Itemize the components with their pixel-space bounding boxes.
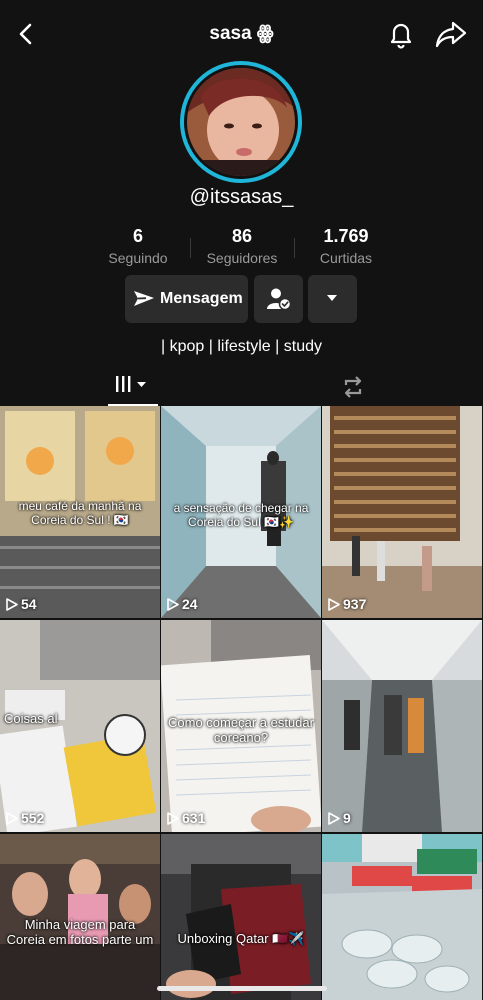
view-count-value: 9 — [343, 810, 351, 826]
suggested-accounts-button[interactable] — [308, 275, 357, 323]
tab-videos[interactable] — [108, 372, 158, 406]
view-count-value: 24 — [182, 596, 198, 612]
view-count-value: 552 — [21, 810, 45, 826]
stat-label: Curtidas — [319, 250, 373, 266]
caret-down-icon — [327, 295, 337, 301]
thumbnail-image — [161, 834, 321, 1000]
stat-value: 6 — [132, 226, 143, 246]
video-caption: Minha viagem para Coreia em fotos parte … — [6, 917, 154, 947]
repost-icon[interactable] — [338, 372, 368, 402]
message-button[interactable]: Mensagem — [125, 275, 248, 323]
video-thumbnail[interactable]: Minha viagem para Coreia em fotos parte … — [0, 834, 160, 1000]
view-count-value: 937 — [343, 596, 367, 612]
play-icon — [328, 812, 340, 825]
share-icon[interactable] — [434, 18, 468, 50]
video-caption: a sensação de chegar na Coreia do Sul 🇰🇷… — [173, 501, 309, 529]
play-icon — [6, 598, 18, 611]
view-count: 631 — [167, 810, 205, 826]
avatar[interactable] — [180, 61, 302, 183]
stat-following[interactable]: 6 Seguindo — [86, 226, 190, 266]
video-thumbnail[interactable] — [322, 834, 482, 1000]
grid-icon — [116, 376, 146, 392]
stat-label: Seguidores — [206, 250, 278, 266]
view-count: 937 — [328, 596, 366, 612]
video-caption: Como começar a estudar coreano? — [168, 715, 314, 745]
video-grid: meu café da manhã na Coreia do Sul ! 🇰🇷 … — [0, 406, 483, 1000]
user-check-icon — [267, 288, 292, 311]
play-icon — [167, 598, 179, 611]
stat-value: 1.769 — [323, 226, 369, 246]
video-thumbnail[interactable]: 9 — [322, 620, 482, 832]
message-button-label: Mensagem — [160, 290, 243, 307]
video-thumbnail[interactable]: Unboxing Qatar 🇶🇦✈️ — [161, 834, 321, 1000]
profile-stats: 6 Seguindo 86 Seguidores 1.769 Curtidas — [86, 226, 398, 270]
home-indicator[interactable] — [157, 986, 327, 991]
avatar-image — [187, 68, 295, 176]
following-button[interactable] — [254, 275, 303, 323]
bell-icon[interactable] — [385, 18, 417, 50]
video-caption: Unboxing Qatar 🇶🇦✈️ — [177, 931, 305, 946]
play-icon — [328, 598, 340, 611]
play-icon — [167, 812, 179, 825]
stat-value: 86 — [231, 226, 253, 246]
stat-label: Seguindo — [108, 250, 168, 266]
stat-likes[interactable]: 1.769 Curtidas — [294, 226, 398, 266]
video-thumbnail[interactable]: Como começar a estudar coreano? 631 — [161, 620, 321, 832]
play-icon — [6, 812, 18, 825]
view-count-value: 631 — [182, 810, 206, 826]
stat-followers[interactable]: 86 Seguidores — [190, 226, 294, 266]
view-count: 54 — [6, 596, 37, 612]
view-count: 552 — [6, 810, 44, 826]
send-icon — [134, 291, 154, 306]
profile-tabs — [0, 366, 483, 406]
view-count: 9 — [328, 810, 351, 826]
top-bar: sasa ꙮ — [0, 0, 483, 66]
video-thumbnail[interactable]: Coisas al 552 — [0, 620, 160, 832]
profile-bio: | kpop | lifestyle | study — [161, 338, 322, 355]
video-thumbnail[interactable]: meu café da manhã na Coreia do Sul ! 🇰🇷 … — [0, 406, 160, 618]
video-thumbnail[interactable]: 937 — [322, 406, 482, 618]
thumbnail-image — [322, 406, 482, 618]
video-caption: Coisas al — [4, 711, 58, 726]
video-caption: meu café da manhã na Coreia do Sul ! 🇰🇷 — [18, 499, 142, 527]
thumbnail-image — [322, 834, 482, 1000]
profile-handle: @itssasas_ — [189, 186, 294, 208]
view-count-value: 54 — [21, 596, 37, 612]
thumbnail-image — [322, 620, 482, 832]
view-count: 24 — [167, 596, 198, 612]
video-thumbnail[interactable]: a sensação de chegar na Coreia do Sul 🇰🇷… — [161, 406, 321, 618]
